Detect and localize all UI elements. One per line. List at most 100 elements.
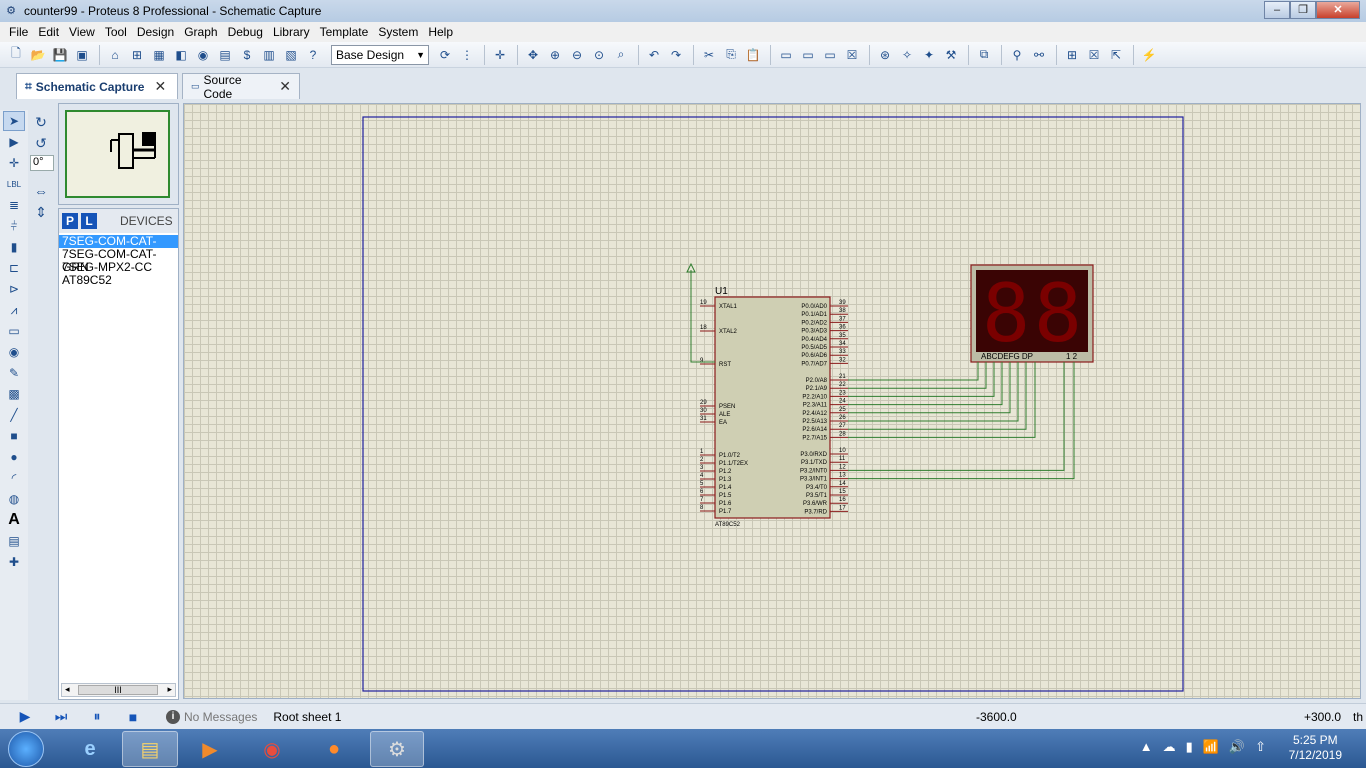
menu-debug[interactable]: Debug xyxy=(223,25,268,39)
pick-device-icon[interactable]: ⊛ xyxy=(875,45,895,65)
text-script-icon[interactable]: ≣ xyxy=(3,195,25,215)
menu-graph[interactable]: Graph xyxy=(179,25,222,39)
mirror-vertical-icon[interactable]: ⇕ xyxy=(30,202,52,222)
copy-icon[interactable]: ⎘ xyxy=(721,45,741,65)
minimize-button[interactable]: ‒ xyxy=(1264,1,1290,19)
pcb-icon[interactable]: ▦ xyxy=(149,45,169,65)
2d-arc-icon[interactable]: ◜ xyxy=(3,468,25,488)
refresh-icon[interactable]: ⟳ xyxy=(435,45,455,65)
2d-symbol-icon[interactable]: ▤ xyxy=(3,531,25,551)
paste-icon[interactable]: 📋 xyxy=(743,45,763,65)
cut-icon[interactable]: ✂ xyxy=(699,45,719,65)
remove-sheet-icon[interactable]: ☒ xyxy=(1084,45,1104,65)
help-icon[interactable]: ? xyxy=(303,45,323,65)
2d-line-icon[interactable]: ╱ xyxy=(3,405,25,425)
pause-icon[interactable]: ⏸ xyxy=(86,706,108,728)
zoom-in-icon[interactable]: ⊕ xyxy=(545,45,565,65)
import-icon[interactable]: ▣ xyxy=(72,45,92,65)
close-icon[interactable]: ✕ xyxy=(154,78,166,95)
zoom-area-icon[interactable]: ⌕ xyxy=(611,45,631,65)
subcircuit-icon[interactable]: ▮ xyxy=(3,237,25,257)
decompose-icon[interactable]: ⚒ xyxy=(941,45,961,65)
2d-box-icon[interactable]: ■ xyxy=(3,426,25,446)
selection-mode-icon[interactable]: ➤ xyxy=(3,111,25,131)
packaging-tool-icon[interactable]: ✦ xyxy=(919,45,939,65)
battery-icon[interactable]: ▮ xyxy=(1186,739,1193,755)
start-button[interactable] xyxy=(8,731,44,767)
new-file-icon[interactable]: 🗋 xyxy=(6,45,26,65)
make-device-icon[interactable]: ✧ xyxy=(897,45,917,65)
block-move-icon[interactable]: ▭ xyxy=(798,45,818,65)
menu-design[interactable]: Design xyxy=(132,25,179,39)
proteus-taskbar-icon[interactable]: ⚙ xyxy=(370,731,424,767)
source-code-icon[interactable]: ▥ xyxy=(259,45,279,65)
menu-library[interactable]: Library xyxy=(268,25,315,39)
schematic-canvas[interactable]: U1 AT89C52 19 XTAL1 18 XTAL2 9 RST 29 PSEN 30 ALE… xyxy=(183,103,1361,699)
rotation-angle-field[interactable]: 0° xyxy=(30,155,54,171)
cloud-icon[interactable]: ☁ xyxy=(1163,739,1176,755)
device-pins-icon[interactable]: ⊳ xyxy=(3,279,25,299)
tab-source-code[interactable]: ▭ Source Code ✕ xyxy=(182,73,300,101)
file-explorer-icon[interactable]: ▤ xyxy=(122,731,178,767)
buses-icon[interactable]: ⫩ xyxy=(3,216,25,236)
open-folder-icon[interactable]: 📂 xyxy=(28,45,48,65)
messages-indicator[interactable]: i No Messages xyxy=(166,709,257,724)
rotate-anticlockwise-icon[interactable]: ↺ xyxy=(30,133,52,153)
junction-dot-icon[interactable]: ✛ xyxy=(3,153,25,173)
close-button[interactable]: ✕ xyxy=(1316,1,1360,19)
system-clock[interactable]: 5:25 PM 7/12/2019 xyxy=(1289,733,1342,763)
notes-icon[interactable]: ▧ xyxy=(281,45,301,65)
block-copy-icon[interactable]: ▭ xyxy=(776,45,796,65)
step-icon[interactable]: ⏭ xyxy=(50,706,72,728)
schematic-icon[interactable]: ⊞ xyxy=(127,45,147,65)
menu-file[interactable]: File xyxy=(4,25,33,39)
component-mode-icon[interactable]: ▶ xyxy=(3,132,25,152)
menu-help[interactable]: Help xyxy=(423,25,458,39)
scrollbar-thumb[interactable]: III xyxy=(78,685,158,695)
2d-marker-icon[interactable]: ✚ xyxy=(3,552,25,572)
overview-viewport[interactable] xyxy=(65,110,170,198)
voltage-probe-icon[interactable]: ✎ xyxy=(3,363,25,383)
gerber-icon[interactable]: ◉ xyxy=(193,45,213,65)
origin-icon[interactable]: ✛ xyxy=(490,45,510,65)
2d-text-icon[interactable]: A xyxy=(3,510,25,530)
exit-to-parent-icon[interactable]: ⇱ xyxy=(1106,45,1126,65)
tape-recorder-icon[interactable]: ▭ xyxy=(3,321,25,341)
virtual-instruments-icon[interactable]: ▩ xyxy=(3,384,25,404)
menu-system[interactable]: System xyxy=(373,25,423,39)
generator-icon[interactable]: ◉ xyxy=(3,342,25,362)
menu-template[interactable]: Template xyxy=(315,25,374,39)
wire-label-icon[interactable]: LBL xyxy=(3,174,25,194)
overview-window[interactable] xyxy=(58,103,179,205)
media-player-icon[interactable]: ▶ xyxy=(182,731,238,767)
design-select[interactable]: Base Design ▼ xyxy=(331,44,429,65)
menu-tool[interactable]: Tool xyxy=(100,25,132,39)
play-icon[interactable]: ▶ xyxy=(14,706,36,728)
scroll-right-icon[interactable]: ▸ xyxy=(167,684,172,695)
wire-autorouter-icon[interactable]: ⧉ xyxy=(974,45,994,65)
pan-icon[interactable]: ✥ xyxy=(523,45,543,65)
chrome-icon[interactable]: ◉ xyxy=(244,731,300,767)
redo-icon[interactable]: ↷ xyxy=(666,45,686,65)
graph-mode-icon[interactable]: ⩘ xyxy=(3,300,25,320)
network-icon[interactable]: 📶 xyxy=(1203,739,1219,755)
volume-icon[interactable]: 🔊 xyxy=(1229,739,1245,755)
scroll-left-icon[interactable]: ◂ xyxy=(65,684,70,695)
tab-schematic-capture[interactable]: ⌗ Schematic Capture ✕ xyxy=(16,73,178,99)
close-icon[interactable]: ✕ xyxy=(279,78,291,95)
menu-edit[interactable]: Edit xyxy=(33,25,64,39)
firefox-icon[interactable]: ● xyxy=(306,731,362,767)
electrical-rule-check-icon[interactable]: ⚡ xyxy=(1139,45,1159,65)
new-sheet-icon[interactable]: ⊞ xyxy=(1062,45,1082,65)
rotate-clockwise-icon[interactable]: ↻ xyxy=(30,112,52,132)
bom-icon[interactable]: $ xyxy=(237,45,257,65)
3d-icon[interactable]: ◧ xyxy=(171,45,191,65)
show-hidden-icons-icon[interactable]: ▲ xyxy=(1140,739,1153,755)
upload-icon[interactable]: ⇧ xyxy=(1255,739,1266,755)
search-icon[interactable]: ⚲ xyxy=(1007,45,1027,65)
grid-toggle-icon[interactable]: ⋮ xyxy=(457,45,477,65)
2d-path-icon[interactable]: ◍ xyxy=(3,489,25,509)
2d-circle-icon[interactable]: ● xyxy=(3,447,25,467)
undo-icon[interactable]: ↶ xyxy=(644,45,664,65)
property-assignment-icon[interactable]: ⚯ xyxy=(1029,45,1049,65)
